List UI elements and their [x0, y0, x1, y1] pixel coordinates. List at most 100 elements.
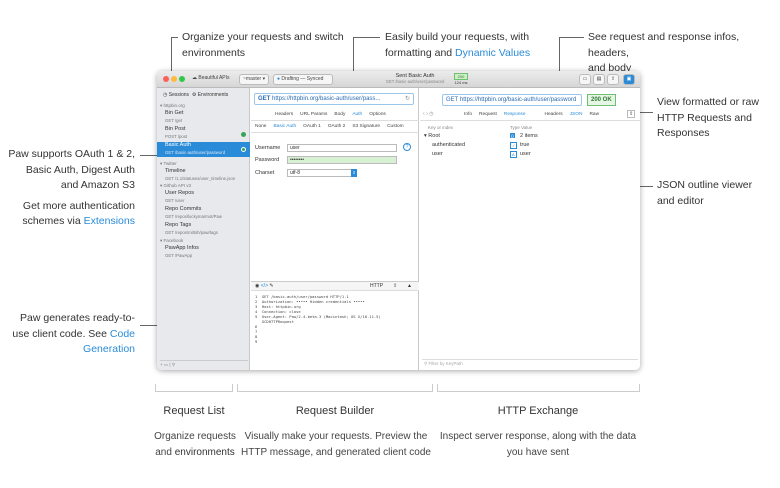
caption-exchange-title: HTTP Exchange	[497, 405, 579, 417]
http-exchange: GET https://httpbin.org/basic-auth/user/…	[420, 88, 640, 370]
tab-response[interactable]: Response	[504, 112, 526, 117]
group-label: Facebook	[163, 238, 184, 243]
tab-body[interactable]: Body	[334, 112, 345, 117]
tab-json[interactable]: JSON	[570, 112, 583, 117]
request-path: POST /post	[165, 134, 188, 139]
json-row[interactable]: user A user	[432, 151, 638, 158]
json-type-icon: ✓	[510, 142, 518, 149]
caption-text: Inspect server response, along with the …	[439, 431, 637, 442]
request-name: Repo Commits	[165, 206, 202, 212]
zoom-button[interactable]	[179, 76, 185, 82]
annotation-formatted-raw: View formatted or raw HTTP Requests and …	[657, 95, 777, 142]
request-item[interactable]: PawApp Infos GET /PawApp	[165, 245, 250, 259]
tab-info[interactable]: Info	[464, 112, 472, 117]
json-row[interactable]: authenticated ✓ true	[432, 142, 638, 149]
tab-auth-none[interactable]: None	[255, 124, 266, 129]
group-header[interactable]: ▾ Facebook	[160, 238, 183, 244]
annotation-text: use client code. See	[12, 327, 110, 340]
group-header[interactable]: ▾ Twitter	[160, 161, 177, 167]
tab-response-headers[interactable]: Headers	[545, 112, 563, 117]
tab-url-params[interactable]: URL Params	[300, 112, 327, 117]
annotation-text: Paw supports OAuth 1 & 2,	[8, 148, 135, 160]
password-field[interactable]: ••••••••	[287, 156, 397, 164]
code-generation-link[interactable]: Code	[110, 328, 135, 340]
tab-auth[interactable]: Auth	[352, 112, 362, 117]
request-name: Basic Auth	[165, 142, 191, 148]
request-path: GET /basic-auth/user/password	[165, 150, 226, 155]
eye-icon[interactable]: ◉	[255, 283, 259, 289]
request-name: PawApp Infos	[165, 245, 199, 251]
request-name: Bin Post	[165, 126, 186, 132]
close-button[interactable]	[163, 76, 169, 82]
json-row[interactable]: ▾ Root {} 2 items	[424, 133, 638, 139]
tab-oauth1[interactable]: OAuth 1	[303, 124, 321, 129]
request-item[interactable]: Timeline GET /1.1/statuses/user_timeline.…	[165, 168, 250, 182]
request-item[interactable]: Bin Post POST /post	[165, 126, 250, 140]
tab-basic-auth[interactable]: Basic Auth	[273, 124, 296, 129]
environments-link[interactable]: environments	[175, 447, 235, 458]
dynamic-values-link[interactable]: Dynamic Values	[455, 47, 530, 59]
share-icon[interactable]: ⇪	[607, 74, 619, 85]
request-item[interactable]: Repo Tags GET /repos/mittsh/paw/tags	[165, 222, 250, 236]
add-icon[interactable]: +	[160, 362, 163, 367]
filter-icon[interactable]: ⚲	[172, 362, 175, 367]
tab-headers[interactable]: Headers	[275, 112, 293, 117]
reload-icon[interactable]: ↻	[405, 95, 410, 102]
request-item[interactable]: Bin Get GET /get	[165, 110, 250, 124]
sidebar-footer: + ▭ | ⚲	[160, 360, 248, 368]
back-icon[interactable]: ‹	[423, 111, 425, 117]
layout-button[interactable]: ▭	[579, 74, 591, 85]
tab-options[interactable]: Options	[369, 112, 386, 117]
code-icon[interactable]: </>	[261, 283, 268, 289]
request-item-selected[interactable]: Basic Auth GET /basic-auth/user/password	[157, 142, 250, 157]
json-key: Root	[428, 133, 440, 139]
tab-request[interactable]: Request	[479, 112, 497, 117]
comment-icon[interactable]: ▤	[593, 74, 605, 85]
tab-sessions[interactable]: Sessions	[169, 92, 189, 98]
paw-window: ☁ Beautiful APIs ~master ▾ ● Drafting — …	[157, 71, 640, 370]
annotation-text: HTTP Requests and	[657, 111, 752, 124]
divider	[251, 120, 419, 121]
pencil-icon[interactable]: ✎	[269, 283, 273, 289]
annotation-text: schemes via Extensions	[4, 214, 135, 230]
group-header[interactable]: ▾ Github API v3	[160, 183, 191, 189]
branch-button[interactable]: ~master ▾	[239, 74, 270, 85]
minimize-button[interactable]	[171, 76, 177, 82]
code-generation-link[interactable]: Generation	[4, 342, 135, 358]
request-url-field[interactable]: GET https://httpbin.org/basic-auth/user/…	[254, 93, 414, 105]
annotation-text: schemes via	[22, 215, 84, 227]
forward-icon[interactable]: ›	[426, 111, 428, 117]
help-icon[interactable]: ?	[403, 143, 411, 151]
json-filter-input[interactable]: ⚲ Filter by KeyPath	[422, 359, 638, 368]
tab-oauth2[interactable]: OAuth 2	[328, 124, 346, 129]
caption-builder-text: Visually make your requests. Preview the…	[236, 429, 436, 461]
request-list-sidebar: ◷ Sessions ⚙ Environments ▾ httpbin.org …	[157, 88, 250, 370]
group-header[interactable]: ▾ httpbin.org	[160, 103, 185, 109]
request-item[interactable]: Repo Commits GET /repos/luckymarmot/Paw	[165, 206, 250, 220]
tab-s3[interactable]: S3 Signature	[352, 124, 380, 129]
panel-toggle-icon[interactable]: ▣	[623, 74, 635, 85]
export-icon[interactable]: ⇪	[627, 110, 636, 118]
project-name: Beautiful APIs	[198, 75, 230, 81]
sync-button[interactable]: ● Drafting — Synced	[273, 74, 333, 85]
request-path: GET /1.1/statuses/user_timeline.json	[165, 176, 236, 181]
charset-select[interactable]: utf-8	[287, 169, 357, 177]
annotation-text: use client code. See Code	[4, 327, 135, 343]
annotation-text: JSON outline viewer	[657, 179, 753, 191]
tab-custom[interactable]: Custom	[387, 124, 404, 129]
request-item[interactable]: User Repos GET /user	[165, 190, 250, 204]
folder-icon[interactable]: ▭	[164, 362, 168, 367]
code-lang-select[interactable]: HTTP	[370, 282, 383, 291]
project-button[interactable]: ☁ Beautiful APIs	[189, 74, 233, 85]
username-label: Username	[255, 145, 281, 151]
tab-raw[interactable]: Raw	[589, 112, 599, 117]
history-icon[interactable]: ◷	[429, 111, 433, 117]
username-field[interactable]: user	[287, 144, 397, 152]
tab-environments[interactable]: Environments	[198, 92, 229, 98]
lock-icon[interactable]: ▲	[407, 282, 412, 291]
share-icon[interactable]: ⇪	[393, 282, 397, 291]
code-toolbar: ◉ </> ✎ HTTP ⇪ ▲	[251, 281, 419, 291]
caption-text: HTTP message, and generated client code	[241, 447, 431, 458]
extensions-link[interactable]: Extensions	[84, 215, 135, 227]
section-bracket	[237, 384, 433, 392]
